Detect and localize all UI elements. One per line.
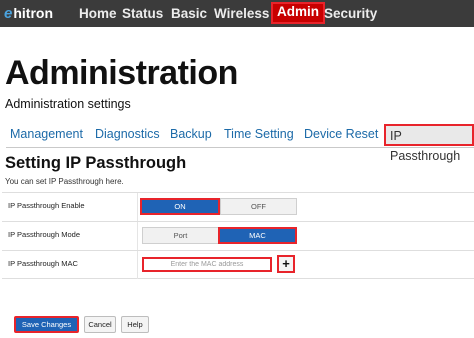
row-divider <box>137 251 138 279</box>
row-ip-passthrough-mode: IP Passthrough Mode Port MAC <box>2 221 474 250</box>
page-title: Administration <box>5 54 238 92</box>
mac-label: IP Passthrough MAC <box>8 259 78 268</box>
section-title: Setting IP Passthrough <box>5 154 187 172</box>
ip-passthrough-form: IP Passthrough Enable ON OFF IP Passthro… <box>2 192 474 280</box>
top-nav-bar: e hitron Home Status Basic Wireless Admi… <box>0 0 474 27</box>
hitron-logo[interactable]: e hitron <box>4 3 53 23</box>
row-divider <box>137 222 138 250</box>
help-button[interactable]: Help <box>121 316 149 333</box>
nav-status[interactable]: Status <box>122 4 163 23</box>
tab-diagnostics[interactable]: Diagnostics <box>91 123 164 148</box>
admin-tabs: Management Diagnostics Backup Time Setti… <box>6 123 474 163</box>
tab-time-setting[interactable]: Time Setting <box>220 123 298 148</box>
tab-device-reset[interactable]: Device Reset <box>300 123 382 148</box>
mode-label: IP Passthrough Mode <box>8 230 80 239</box>
nav-home[interactable]: Home <box>79 4 117 23</box>
nav-basic[interactable]: Basic <box>171 4 207 23</box>
tab-ip-passthrough[interactable]: IP Passthrough <box>384 124 474 163</box>
mode-mac-toggle[interactable]: MAC <box>218 227 297 244</box>
row-ip-passthrough-enable: IP Passthrough Enable ON OFF <box>2 192 474 221</box>
mac-address-input[interactable] <box>142 257 272 272</box>
row-ip-passthrough-mac: IP Passthrough MAC + <box>2 250 474 279</box>
nav-admin[interactable]: Admin <box>271 2 325 24</box>
row-divider <box>137 193 138 221</box>
logo-text: hitron <box>13 5 53 21</box>
nav-security[interactable]: Security <box>324 4 377 23</box>
page-subtitle: Administration settings <box>5 97 131 111</box>
tab-management[interactable]: Management <box>6 123 87 148</box>
mode-port-toggle[interactable]: Port <box>142 227 219 244</box>
enable-label: IP Passthrough Enable <box>8 201 85 210</box>
enable-off-toggle[interactable]: OFF <box>220 198 297 215</box>
logo-icon: e <box>4 4 13 22</box>
cancel-button[interactable]: Cancel <box>84 316 116 333</box>
add-mac-button[interactable]: + <box>277 255 295 273</box>
nav-wireless[interactable]: Wireless <box>214 4 269 23</box>
enable-on-toggle[interactable]: ON <box>140 198 220 215</box>
tab-backup[interactable]: Backup <box>166 123 216 148</box>
section-description: You can set IP Passthrough here. <box>5 177 124 186</box>
save-changes-button[interactable]: Save Changes <box>14 316 79 333</box>
